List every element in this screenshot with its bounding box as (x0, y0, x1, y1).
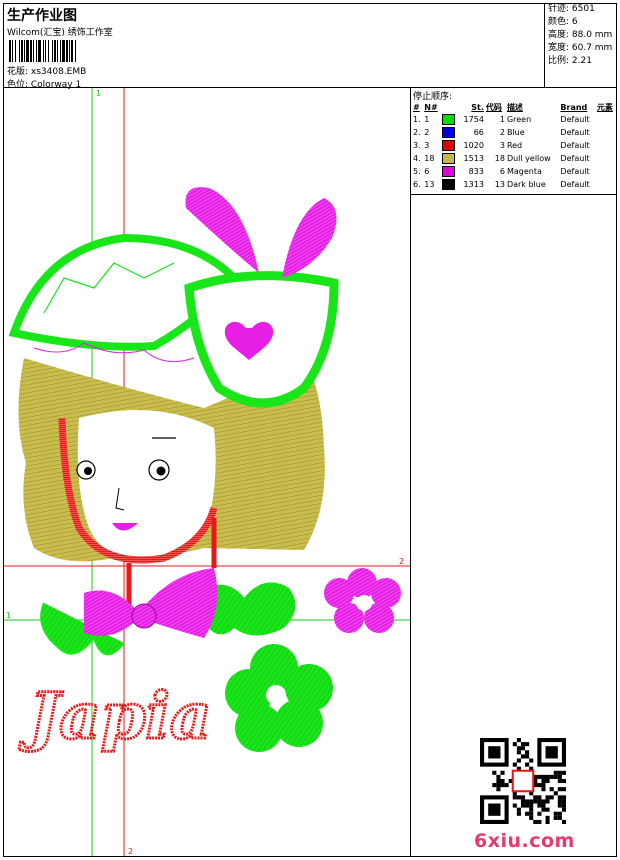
col-swatch (441, 101, 459, 113)
row-brand: Default (560, 115, 590, 124)
row-code: 13 (494, 180, 505, 189)
barcode (9, 40, 133, 62)
row-brand: Default (560, 154, 590, 163)
table-divider (410, 194, 617, 195)
page-title: 生产作业图 (7, 8, 77, 24)
row-stitches: 1513 (463, 154, 484, 163)
table-row: 1. 1 1754 1 Green Default (412, 113, 617, 126)
row-n: 1 (424, 115, 430, 124)
embroidery-preview: 1 1 2 2 Japia (4, 88, 410, 856)
row-index: 4. (413, 154, 421, 163)
color-swatch (442, 114, 456, 125)
bow-knot (131, 603, 157, 629)
row-desc: Green (506, 115, 532, 124)
row-code: 2 (499, 128, 505, 137)
col-index: # (413, 102, 420, 112)
row-stitches: 1020 (463, 141, 484, 150)
stop-sequence-table: # N# St. 代码 描述 Brand 元素 1. 1 1754 1 Gree… (412, 101, 617, 191)
color-count: 颜色: 6 (548, 17, 578, 27)
guide-label: 1 (96, 89, 101, 98)
row-brand: Default (560, 128, 590, 137)
col-n: N# (424, 102, 438, 112)
design-stats: 针迹: 6501 颜色: 6 高度: 88.0 mm 宽度: 60.7 mm 比… (544, 3, 618, 87)
design-height: 高度: 88.0 mm (548, 30, 613, 40)
stitch-count: 针迹: 6501 (548, 4, 595, 14)
table-header-row: # N# St. 代码 描述 Brand 元素 (412, 101, 617, 113)
color-swatch (442, 140, 456, 151)
table-row: 3. 3 1020 3 Red Default (412, 139, 617, 152)
row-code: 18 (494, 154, 505, 163)
qr-code (480, 738, 566, 824)
col-desc: 描述 (506, 102, 523, 112)
guide-label: 2 (399, 557, 404, 566)
design-width: 宽度: 60.7 mm (548, 43, 613, 53)
row-stitches: 833 (468, 167, 484, 176)
color-swatch (442, 153, 456, 164)
row-index: 1. (413, 115, 421, 124)
table-row: 6. 13 1313 13 Dark blue Default (412, 178, 617, 191)
row-desc: Dark blue (506, 180, 546, 189)
flower-green (225, 644, 333, 752)
row-code: 6 (499, 167, 505, 176)
row-index: 3. (413, 141, 421, 150)
color-swatch (442, 127, 456, 138)
flower-magenta (324, 568, 401, 633)
row-n: 2 (424, 128, 430, 137)
row-brand: Default (560, 141, 590, 150)
guide-label: 1 (6, 611, 11, 620)
col-stitches: St. (471, 102, 484, 112)
bow-tie (84, 568, 218, 638)
row-desc: Red (506, 141, 523, 150)
col-element: 元素 (596, 102, 613, 112)
color-swatch (442, 166, 456, 177)
table-row: 2. 2 66 2 Blue Default (412, 126, 617, 139)
row-n: 18 (424, 154, 435, 163)
pupil-left (84, 467, 92, 475)
software-label: Wilcom(汇宝) 绣饰工作室 (7, 28, 113, 38)
column-divider (410, 87, 411, 857)
col-brand: Brand (560, 102, 588, 112)
row-index: 5. (413, 167, 421, 176)
row-n: 6 (424, 167, 430, 176)
design-ratio: 比例: 2.21 (548, 56, 592, 66)
collar-right (204, 582, 296, 636)
row-stitches: 66 (473, 128, 484, 137)
col-code: 代码 (485, 102, 502, 112)
color-swatch (442, 179, 456, 190)
row-brand: Default (560, 167, 590, 176)
table-row: 5. 6 833 6 Magenta Default (412, 165, 617, 178)
pupil-right (156, 466, 166, 476)
table-row: 4. 18 1513 18 Dull yellow Default (412, 152, 617, 165)
row-index: 2. (413, 128, 421, 137)
script-text: Japia (18, 679, 211, 754)
header-block: 生产作业图 Wilcom(汇宝) 绣饰工作室 花版: xs3408.EMB 色位… (3, 3, 544, 90)
row-stitches: 1754 (463, 115, 484, 124)
bow-ear-right (282, 198, 337, 278)
row-desc: Magenta (506, 167, 542, 176)
design-file-label: 花版: xs3408.EMB (7, 67, 87, 77)
row-code: 1 (499, 115, 505, 124)
row-brand: Default (560, 180, 590, 189)
row-desc: Blue (506, 128, 525, 137)
guide-label: 2 (128, 847, 133, 856)
row-n: 3 (424, 141, 430, 150)
row-index: 6. (413, 180, 421, 189)
row-code: 3 (499, 141, 505, 150)
row-n: 13 (424, 180, 435, 189)
row-stitches: 1313 (463, 180, 484, 189)
watermark-logo: 6xiu.com (474, 830, 575, 852)
row-desc: Dull yellow (506, 154, 551, 163)
